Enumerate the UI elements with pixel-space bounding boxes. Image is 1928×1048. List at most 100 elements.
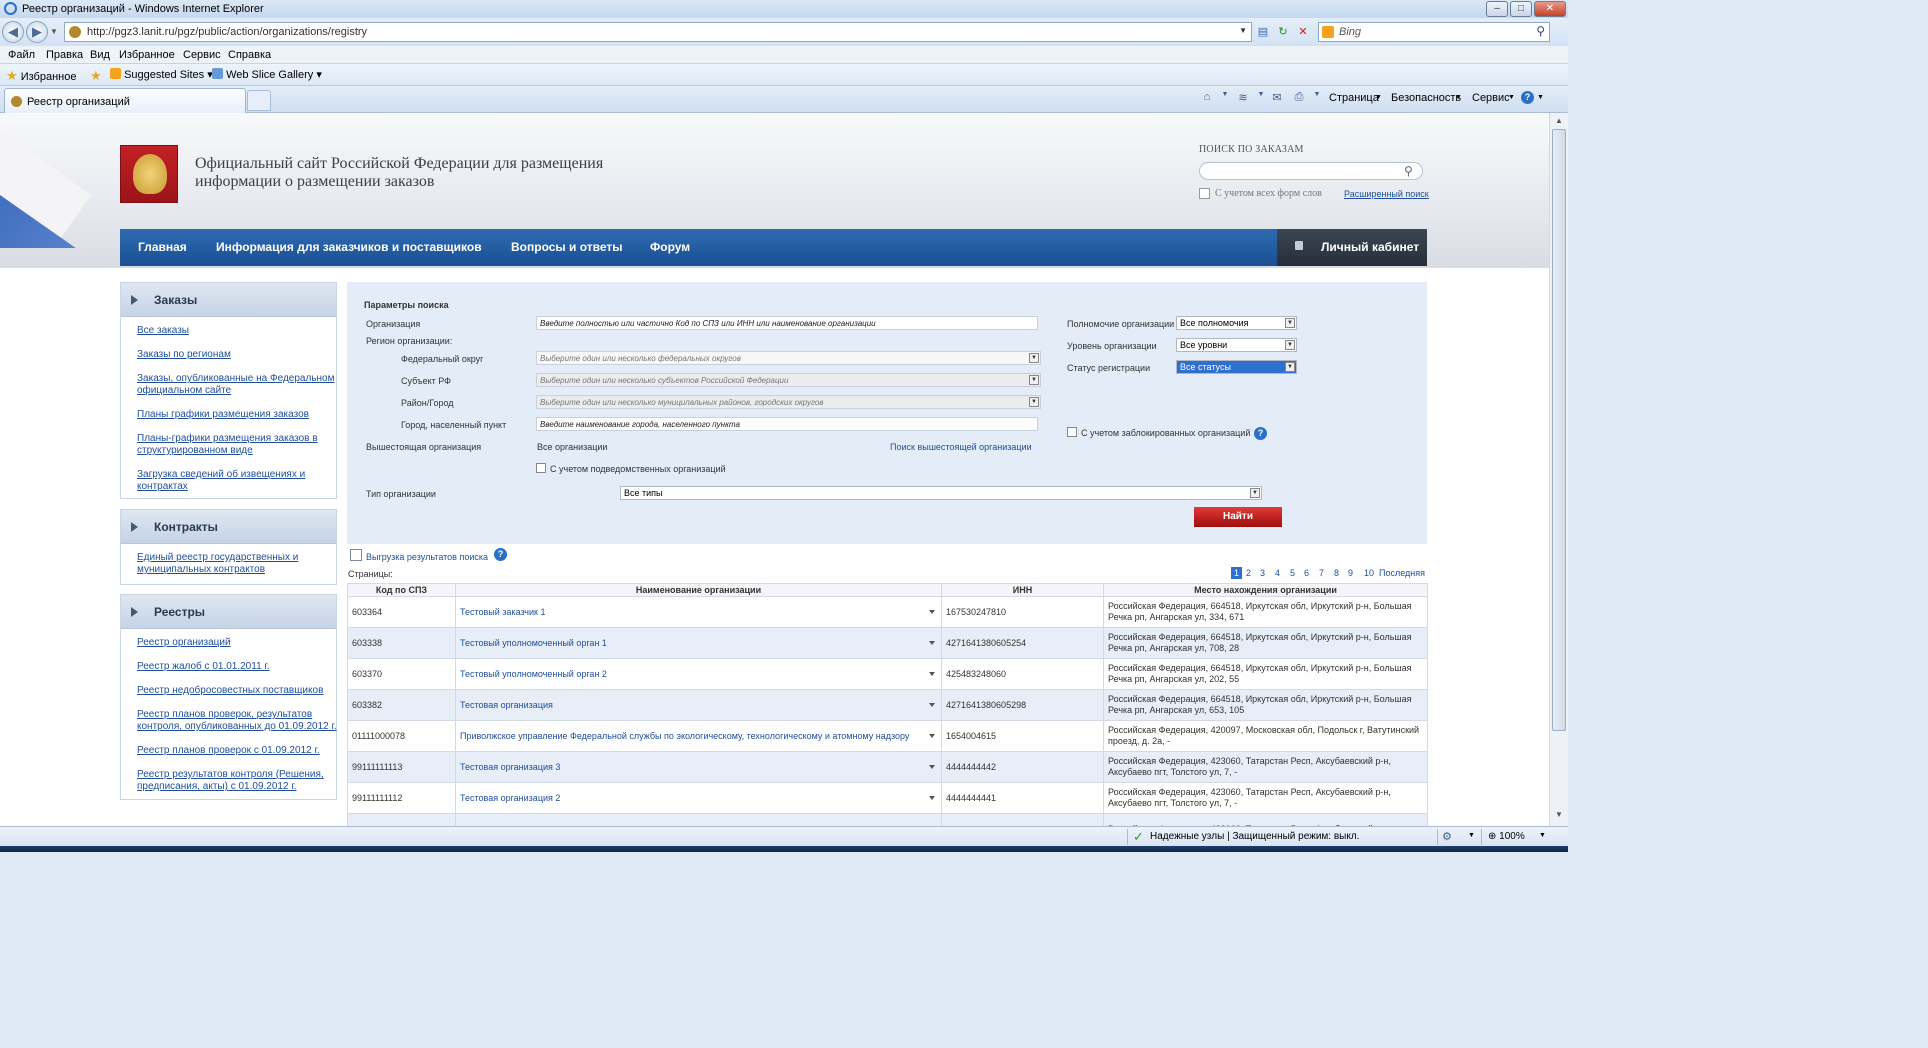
- protected-mode-icon[interactable]: ⚙: [1442, 830, 1452, 843]
- export-results-link[interactable]: Выгрузка результатов поиска: [366, 552, 488, 562]
- org-name-link[interactable]: Приволжское управление Федеральной служб…: [460, 731, 909, 741]
- sidebar-link-complaints[interactable]: Реестр жалоб с 01.01.2011 г.: [137, 661, 337, 673]
- dropdown-arrow-icon[interactable]: ▼: [1029, 397, 1039, 407]
- district-select[interactable]: Выберите один или несколько муниципальны…: [536, 395, 1041, 409]
- sidebar-link-federal-orders[interactable]: Заказы, опубликованные на Федеральном оф…: [137, 373, 337, 397]
- authority-select[interactable]: Все полномочия ▼: [1176, 316, 1297, 330]
- org-name-link[interactable]: Тестовый уполномоченный орган 2: [460, 669, 607, 679]
- cell-org-name[interactable]: Тестовый заказчик 1: [455, 596, 942, 628]
- sidebar-link-notice-upload[interactable]: Загрузка сведений об извещениях и контра…: [137, 469, 337, 493]
- scrollbar-thumb[interactable]: [1552, 129, 1566, 731]
- scroll-up-icon[interactable]: ▲: [1553, 116, 1565, 128]
- menu-view[interactable]: Вид: [90, 49, 110, 61]
- zoom-level[interactable]: ⊕ 100%: [1488, 831, 1525, 842]
- stop-icon[interactable]: ✕: [1296, 25, 1310, 39]
- table-row[interactable]: 99111111112 Тестовая организация 2 4444444…: [347, 782, 1428, 814]
- sidebar-orders-header[interactable]: Заказы: [121, 283, 336, 317]
- city-input[interactable]: Введите наименование города, населенного…: [536, 417, 1038, 431]
- page-link-6[interactable]: 6: [1304, 568, 1309, 578]
- page-link-8[interactable]: 8: [1334, 568, 1339, 578]
- cell-org-name[interactable]: Тестовая организация 3: [455, 751, 942, 783]
- page-dropdown-icon[interactable]: ▼: [1375, 94, 1382, 101]
- dropdown-arrow-icon[interactable]: ▼: [1285, 340, 1295, 350]
- org-input[interactable]: Введите полностью или частично Код по СП…: [536, 316, 1038, 330]
- mail-icon[interactable]: ✉: [1270, 91, 1284, 104]
- subject-select[interactable]: Выберите один или несколько субъектов Ро…: [536, 373, 1041, 387]
- status-select[interactable]: Все статусы ▼: [1176, 360, 1297, 374]
- favorites-button[interactable]: ★ Избранное: [6, 68, 76, 84]
- security-dropdown-icon[interactable]: ▼: [1455, 94, 1462, 101]
- page-link-9[interactable]: 9: [1348, 568, 1353, 578]
- wordforms-checkbox[interactable]: [1199, 188, 1210, 199]
- page-link-1[interactable]: 1: [1231, 567, 1243, 579]
- cell-org-name[interactable]: [455, 813, 942, 826]
- cell-org-name[interactable]: Тестовый уполномоченный орган 2: [455, 658, 942, 690]
- table-row[interactable]: 603338 Тестовый уполномоченный орган 1 427…: [347, 627, 1428, 659]
- blocked-orgs-checkbox[interactable]: [1067, 427, 1077, 437]
- sidebar-link-org-registry[interactable]: Реестр организаций: [137, 637, 337, 649]
- help-icon[interactable]: ?: [494, 548, 507, 561]
- table-row[interactable]: 603364 Тестовый заказчик 1 167530247810 Рос…: [347, 596, 1428, 628]
- sidebar-link-inspection-plans[interactable]: Реестр планов проверок с 01.09.2012 г.: [137, 745, 337, 757]
- page-link-last[interactable]: Последняя: [1379, 568, 1425, 578]
- sidebar-link-contracts-registry[interactable]: Единый реестр государственных и муниципа…: [137, 552, 337, 576]
- org-name-link[interactable]: Тестовая организация: [460, 700, 553, 710]
- row-dropdown-icon[interactable]: [929, 703, 935, 707]
- org-name-link[interactable]: Тестовый заказчик 1: [460, 607, 545, 617]
- table-row[interactable]: 603382 Тестовая организация 42716413806052…: [347, 689, 1428, 721]
- row-dropdown-icon[interactable]: [929, 765, 935, 769]
- page-link-7[interactable]: 7: [1319, 568, 1324, 578]
- security-menu[interactable]: Безопасность: [1391, 92, 1461, 104]
- tab-registry[interactable]: Реестр организаций: [4, 88, 246, 113]
- suggested-sites-link[interactable]: Suggested Sites ▾: [110, 68, 213, 81]
- sidebar-link-structured-plans[interactable]: Планы-графики размещения заказов в струк…: [137, 433, 337, 457]
- tools-menu[interactable]: Сервис: [1472, 92, 1510, 104]
- zone-dropdown-icon[interactable]: ▼: [1468, 832, 1475, 839]
- org-name-link[interactable]: Тестовая организация 2: [460, 793, 560, 803]
- advanced-search-link[interactable]: Расширенный поиск: [1344, 189, 1429, 199]
- refresh-icon[interactable]: ↻: [1276, 25, 1290, 39]
- help-icon[interactable]: ?: [1521, 91, 1534, 104]
- help-dropdown-icon[interactable]: ▼: [1537, 94, 1544, 101]
- table-row[interactable]: 603370 Тестовый уполномоченный орган 2 425…: [347, 658, 1428, 690]
- menu-edit[interactable]: Правка: [46, 49, 83, 61]
- menu-favorites[interactable]: Избранное: [119, 49, 175, 61]
- bing-search-input[interactable]: Bing ⚲: [1318, 22, 1550, 42]
- subordinate-checkbox[interactable]: [536, 463, 546, 473]
- feeds-icon[interactable]: ≋: [1236, 91, 1250, 104]
- cell-org-name[interactable]: Приволжское управление Федеральной служб…: [455, 720, 942, 752]
- sidebar-link-schedule-plans[interactable]: Планы графики размещения заказов: [137, 409, 337, 421]
- new-tab-button[interactable]: [247, 90, 271, 111]
- order-search-input[interactable]: [1199, 162, 1423, 180]
- minimize-button[interactable]: –: [1486, 1, 1508, 17]
- org-type-select[interactable]: Все типы ▼: [620, 486, 1262, 500]
- maximize-button[interactable]: □: [1510, 1, 1532, 17]
- menu-file[interactable]: Файл: [8, 49, 35, 61]
- dropdown-arrow-icon[interactable]: ▼: [1285, 362, 1295, 372]
- export-icon[interactable]: [350, 549, 362, 561]
- sidebar-link-control-results[interactable]: Реестр результатов контроля (Решения, пр…: [137, 769, 337, 793]
- page-menu[interactable]: Страница: [1329, 92, 1379, 104]
- sidebar-link-orders-by-region[interactable]: Заказы по регионам: [137, 349, 337, 361]
- row-dropdown-icon[interactable]: [929, 796, 935, 800]
- column-header-name[interactable]: Наименование организации: [455, 583, 942, 597]
- column-header-address[interactable]: Место нахождения организации: [1103, 583, 1428, 597]
- zoom-dropdown-icon[interactable]: ▼: [1539, 832, 1546, 839]
- nav-info[interactable]: Информация для заказчиков и поставщиков: [216, 240, 482, 254]
- row-dropdown-icon[interactable]: [929, 734, 935, 738]
- personal-cabinet-button[interactable]: Личный кабинет: [1277, 229, 1427, 266]
- page-link-3[interactable]: 3: [1260, 568, 1265, 578]
- page-link-5[interactable]: 5: [1290, 568, 1295, 578]
- menu-help[interactable]: Справка: [228, 49, 271, 61]
- page-link-4[interactable]: 4: [1275, 568, 1280, 578]
- find-button[interactable]: Найти: [1194, 507, 1282, 527]
- row-dropdown-icon[interactable]: [929, 672, 935, 676]
- security-zone[interactable]: Надежные узлы | Защищенный режим: выкл.: [1150, 831, 1359, 842]
- scroll-down-icon[interactable]: ▼: [1553, 810, 1565, 822]
- forward-button[interactable]: ▶: [26, 21, 48, 43]
- print-dropdown-icon[interactable]: ▼: [1310, 91, 1324, 104]
- column-header-code[interactable]: Код по СПЗ: [347, 583, 456, 597]
- cell-org-name[interactable]: Тестовый уполномоченный орган 1: [455, 627, 942, 659]
- url-dropdown-icon[interactable]: ▼: [1239, 26, 1247, 35]
- menu-tools[interactable]: Сервис: [183, 49, 221, 61]
